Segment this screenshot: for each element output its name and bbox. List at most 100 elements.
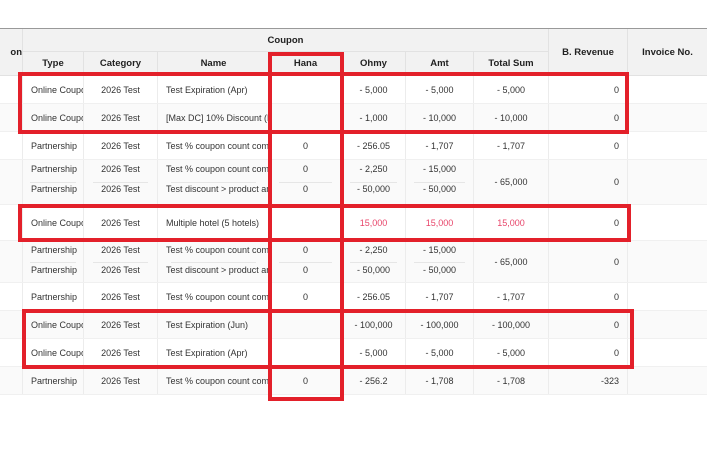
type-value: Partnership [31,291,78,302]
name-cell: Test Expiration (Apr) [158,339,270,366]
table-row[interactable]: Partnership 2026 Test Test % coupon count … [0,132,707,160]
hana-cell: 0 [270,283,342,310]
sub-divider [171,261,256,263]
header-ohmy[interactable]: Ohmy [342,52,406,76]
amt-value: - 100,000 [420,319,459,330]
b-revenue-cell: 0 [549,132,628,159]
amt-cell: - 100,000 [406,311,474,338]
type-cell: Online Coupon [23,311,84,338]
sub-divider [414,261,465,263]
amt-cell: - 15,000 - 50,000 [406,241,474,282]
ohmy-cell: - 256.2 [342,367,406,394]
total-sum-cell: - 1,707 [474,283,549,310]
table-row[interactable]: Online Coupon 2026 Test Test Expiration (A… [0,76,707,104]
sub-divider [30,182,76,183]
total-sum-cell: - 5,000 [474,339,549,366]
amt-cell: - 5,000 [406,339,474,366]
name-cell: Test % coupon count combined [158,283,270,310]
invoice-no-cell [628,367,707,394]
hana-cell [270,311,342,338]
partial-cell [0,311,23,338]
header-category[interactable]: Category [84,52,158,76]
total-sum-cell: - 65,000 [474,241,549,282]
sub-divider [92,261,149,263]
hana-cell [270,104,342,131]
name-value: Test % coupon count combined [166,245,270,255]
sub-divider [30,261,76,263]
name-cell: Test Expiration (Jun) [158,311,270,338]
ohmy-cell: - 5,000 [342,339,406,366]
hana-cell: 00 [270,160,342,204]
hana-cell [270,339,342,366]
amt-value: - 15,000 [422,245,457,255]
table-row[interactable]: Partnership 2026 Test Test % coupon count … [0,367,707,395]
amt-value: 15,000 [425,217,454,228]
total-sum-cell: - 10,000 [474,104,549,131]
amt-cell: - 1,708 [406,367,474,394]
sub-divider [278,182,333,183]
total-sum-cell: - 5,000 [474,76,549,103]
table-row[interactable]: Partnership Partnership 2026 Test 2026 Test… [0,241,707,283]
header-b-revenue[interactable]: B. Revenue [549,29,628,76]
ohmy-value: - 50,000 [356,265,391,275]
table-row[interactable]: Online Coupon 2026 Test Multiple hotel (5 … [0,205,707,241]
b-revenue-cell: 0 [549,104,628,131]
name-cell: Test % coupon count combined Test discoun… [158,241,270,282]
total-sum-cell: - 1,708 [474,367,549,394]
category-value: 2026 Test [101,347,140,358]
header-type[interactable]: Type [23,52,84,76]
type-value: Partnership [31,184,78,194]
header-total-sum[interactable]: Total Sum [474,52,549,76]
table-row[interactable]: Online Coupon 2026 Test [Max DC] 10% Disco… [0,104,707,132]
type-value: Online Coupon [31,217,83,228]
name-value: Test Expiration (Apr) [166,347,248,358]
ohmy-cell: - 5,000 [342,76,406,103]
name-value: Test % coupon count combined [166,164,270,174]
category-value: 2026 Test [101,217,140,228]
invoice-no-cell [628,241,707,282]
partial-cell [0,241,23,282]
sub-divider [349,261,398,263]
type-value: Partnership [31,164,78,174]
header-name[interactable]: Name [158,52,270,76]
sub-divider [349,182,398,183]
ohmy-cell: - 100,000 [342,311,406,338]
table-row[interactable]: Online Coupon 2026 Test Test Expiration (A… [0,339,707,367]
amt-value: - 1,707 [425,291,454,302]
invoice-no-cell [628,339,707,366]
type-value: Online Coupon [31,319,83,330]
ohmy-value: - 2,250 [359,245,388,255]
table-row[interactable]: Partnership Partnership 2026 Test 2026 Test… [0,160,707,205]
name-cell: Test Expiration (Apr) [158,76,270,103]
partial-cell [0,205,23,240]
invoice-no-cell [628,311,707,338]
name-value: Multiple hotel (5 hotels) [166,217,260,228]
hana-value: 0 [302,245,308,255]
b-revenue-cell: 0 [549,311,628,338]
table-row[interactable]: Online Coupon 2026 Test Test Expiration (J… [0,311,707,339]
amt-cell: - 1,707 [406,132,474,159]
sub-divider [414,182,465,183]
ohmy-value: - 1,000 [359,112,388,123]
hana-cell: 0 [270,367,342,394]
category-cell: 2026 Test [84,311,158,338]
name-value: Test % coupon count combined [166,291,270,302]
category-value: 2026 Test [101,291,140,302]
name-cell: Test % coupon count combined Test discoun… [158,160,270,204]
category-cell: 2026 Test [84,283,158,310]
ohmy-cell: - 2,250 - 50,000 [342,241,406,282]
amt-value: - 15,000 [422,164,457,174]
header-invoice-no[interactable]: Invoice No. [628,29,707,76]
header-amt[interactable]: Amt [406,52,474,76]
type-value: Online Coupon [31,112,83,123]
header-hana[interactable]: Hana [270,52,342,76]
ohmy-value: - 5,000 [359,84,388,95]
ohmy-cell: - 256.05 [342,132,406,159]
type-cell: Partnership [23,283,84,310]
b-revenue-cell: -323 [549,367,628,394]
category-value: 2026 Test [101,84,140,95]
ohmy-value: - 2,250 [359,164,388,174]
partial-cell [0,160,23,204]
header-partial-column: on [0,29,23,76]
table-row[interactable]: Partnership 2026 Test Test % coupon count … [0,283,707,311]
